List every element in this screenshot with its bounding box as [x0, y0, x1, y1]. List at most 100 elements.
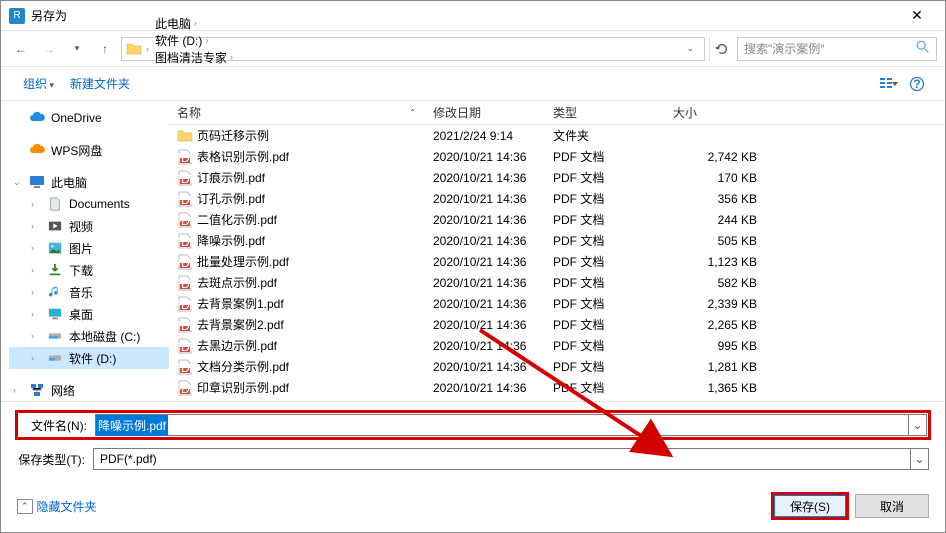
back-button[interactable]: ← — [9, 37, 33, 61]
collapse-icon[interactable]: ⌄ — [13, 177, 23, 188]
view-options-button[interactable] — [875, 73, 903, 95]
sidebar-item-video[interactable]: ›视频 — [9, 215, 169, 237]
cancel-button[interactable]: 取消 — [855, 494, 929, 518]
breadcrumb-item[interactable]: 图档清洁专家 › — [149, 49, 239, 66]
sidebar-item-pictures[interactable]: ›图片 — [9, 237, 169, 259]
breadcrumb-item[interactable]: 软件 (D:) › — [149, 32, 239, 49]
search-input[interactable]: 搜索"演示案例" — [737, 37, 937, 61]
file-name: 降噪示例.pdf — [197, 232, 265, 249]
file-size: 244 KB — [665, 213, 765, 227]
sidebar-item-drive-c[interactable]: ›本地磁盘 (C:) — [9, 325, 169, 347]
file-size: 170 KB — [665, 171, 765, 185]
video-icon — [47, 218, 63, 234]
refresh-button[interactable] — [709, 37, 733, 61]
close-button[interactable]: ✕ — [897, 2, 937, 30]
filename-input[interactable]: 降噪示例.pdf — [95, 414, 909, 436]
filetype-select[interactable]: PDF(*.pdf) — [93, 448, 911, 470]
file-name: 表格识别示例.pdf — [197, 148, 289, 165]
sidebar-item-network[interactable]: ›网络 — [9, 379, 169, 401]
file-date: 2020/10/21 14:36 — [425, 213, 545, 227]
file-name: 订孔示例.pdf — [197, 190, 265, 207]
sidebar-item-drive-d[interactable]: ›软件 (D:) — [9, 347, 169, 369]
file-name: 批量处理示例.pdf — [197, 253, 289, 270]
column-name[interactable]: 名称⌃ — [169, 101, 425, 124]
file-name: 去斑点示例.pdf — [197, 274, 277, 291]
svg-text:PDF: PDF — [178, 193, 192, 207]
file-date: 2020/10/21 14:36 — [425, 381, 545, 395]
music-icon — [47, 284, 63, 300]
svg-text:PDF: PDF — [178, 277, 192, 291]
sidebar-item-desktop[interactable]: ›桌面 — [9, 303, 169, 325]
pdf-icon: PDF — [177, 191, 193, 207]
file-date: 2021/2/24 9:14 — [425, 129, 545, 143]
table-row[interactable]: PDF订痕示例.pdf2020/10/21 14:36PDF 文档170 KB — [169, 167, 945, 188]
file-size: 1,123 KB — [665, 255, 765, 269]
sidebar-item-music[interactable]: ›音乐 — [9, 281, 169, 303]
pdf-icon: PDF — [177, 380, 193, 396]
file-type: PDF 文档 — [545, 337, 665, 354]
table-row[interactable]: PDF印章识别示例.pdf2020/10/21 14:36PDF 文档1,365… — [169, 377, 945, 398]
filename-dropdown[interactable]: ⌄ — [909, 414, 927, 436]
organize-menu[interactable]: 组织 — [15, 71, 62, 96]
file-date: 2020/10/21 14:36 — [425, 360, 545, 374]
help-button[interactable]: ? — [903, 73, 931, 95]
table-row[interactable]: 页码迁移示例2021/2/24 9:14文件夹 — [169, 125, 945, 146]
save-button[interactable]: 保存(S) — [773, 494, 847, 518]
file-size: 505 KB — [665, 234, 765, 248]
column-date[interactable]: 修改日期 — [425, 101, 545, 124]
sidebar-item-thispc[interactable]: ⌄此电脑 — [9, 171, 169, 193]
svg-text:PDF: PDF — [178, 172, 192, 186]
pdf-icon: PDF — [177, 149, 193, 165]
filetype-dropdown[interactable]: ⌄ — [911, 448, 929, 470]
file-type: PDF 文档 — [545, 253, 665, 270]
file-size: 2,265 KB — [665, 318, 765, 332]
search-placeholder: 搜索"演示案例" — [744, 40, 825, 57]
filename-row: 文件名(N): 降噪示例.pdf ⌄ — [17, 412, 929, 438]
sidebar-item-documents[interactable]: ›Documents — [9, 193, 169, 215]
breadcrumb-item[interactable]: 此电脑 › — [149, 15, 239, 32]
footer: ⌃ 隐藏文件夹 保存(S) 取消 — [1, 484, 945, 532]
table-row[interactable]: PDF去背景案例2.pdf2020/10/21 14:36PDF 文档2,265… — [169, 314, 945, 335]
breadcrumb[interactable]: › 此电脑 ›软件 (D:) ›图档清洁专家 ›演示案例 › ⌄ — [121, 37, 705, 61]
nav-bar: ← → ▾ ↑ › 此电脑 ›软件 (D:) ›图档清洁专家 ›演示案例 › ⌄… — [1, 31, 945, 67]
breadcrumb-dropdown[interactable]: ⌄ — [680, 43, 700, 54]
new-folder-button[interactable]: 新建文件夹 — [62, 71, 138, 96]
sidebar: OneDrive WPS网盘 ⌄此电脑 ›Documents ›视频 ›图片 ›… — [1, 101, 169, 401]
file-name: 去黑边示例.pdf — [197, 337, 277, 354]
table-row[interactable]: PDF二值化示例.pdf2020/10/21 14:36PDF 文档244 KB — [169, 209, 945, 230]
table-row[interactable]: PDF去黑边示例.pdf2020/10/21 14:36PDF 文档995 KB — [169, 335, 945, 356]
file-name: 订痕示例.pdf — [197, 169, 265, 186]
table-row[interactable]: PDF表格识别示例.pdf2020/10/21 14:36PDF 文档2,742… — [169, 146, 945, 167]
file-name: 去背景案例2.pdf — [197, 316, 284, 333]
table-row[interactable]: PDF文档分类示例.pdf2020/10/21 14:36PDF 文档1,281… — [169, 356, 945, 377]
svg-text:PDF: PDF — [178, 340, 192, 354]
table-row[interactable]: PDF降噪示例.pdf2020/10/21 14:36PDF 文档505 KB — [169, 230, 945, 251]
sidebar-item-downloads[interactable]: ›下载 — [9, 259, 169, 281]
file-type: PDF 文档 — [545, 169, 665, 186]
column-type[interactable]: 类型 — [545, 101, 665, 124]
sidebar-item-onedrive[interactable]: OneDrive — [9, 107, 169, 129]
pdf-icon: PDF — [177, 338, 193, 354]
monitor-icon — [29, 174, 45, 190]
network-icon — [29, 382, 45, 398]
sidebar-item-wps[interactable]: WPS网盘 — [9, 139, 169, 161]
folder-icon — [126, 41, 142, 57]
table-row[interactable]: PDF去背景案例1.pdf2020/10/21 14:36PDF 文档2,339… — [169, 293, 945, 314]
column-size[interactable]: 大小 — [665, 101, 765, 124]
svg-text:PDF: PDF — [178, 235, 192, 249]
drive-icon — [47, 350, 63, 366]
pdf-icon: PDF — [177, 359, 193, 375]
up-button[interactable]: ↑ — [93, 37, 117, 61]
hide-folders-link[interactable]: ⌃ 隐藏文件夹 — [17, 498, 97, 515]
table-row[interactable]: PDF订孔示例.pdf2020/10/21 14:36PDF 文档356 KB — [169, 188, 945, 209]
file-name: 页码迁移示例 — [197, 127, 269, 144]
file-date: 2020/10/21 14:36 — [425, 297, 545, 311]
file-date: 2020/10/21 14:36 — [425, 318, 545, 332]
table-row[interactable]: PDF批量处理示例.pdf2020/10/21 14:36PDF 文档1,123… — [169, 251, 945, 272]
table-row[interactable]: PDF去斑点示例.pdf2020/10/21 14:36PDF 文档582 KB — [169, 272, 945, 293]
forward-button[interactable]: → — [37, 37, 61, 61]
app-icon: R — [9, 8, 25, 24]
recent-dropdown[interactable]: ▾ — [65, 37, 89, 61]
file-size: 2,742 KB — [665, 150, 765, 164]
svg-text:PDF: PDF — [178, 319, 192, 333]
